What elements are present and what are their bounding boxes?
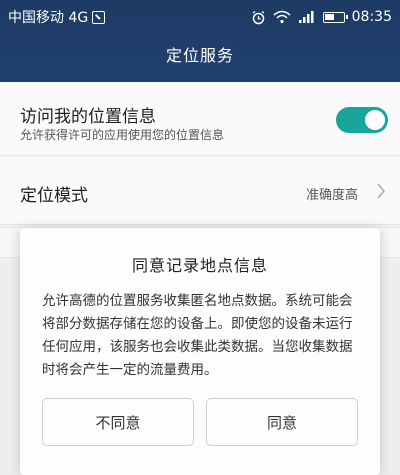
dialog-title: 同意记录地点信息 bbox=[131, 256, 268, 275]
access-location-toggle[interactable] bbox=[336, 107, 388, 133]
toggle-knob bbox=[365, 110, 385, 130]
chevron-right-icon bbox=[377, 183, 385, 199]
dialog-message: 允许高德的位置服务收集匿名地点数据。系统可能会将部分数据存储在您的设备上。即使您… bbox=[42, 293, 353, 378]
alarm-icon bbox=[252, 10, 265, 24]
access-location-row[interactable]: 访问我的位置信息 允许获得许可的应用使用您的位置信息 bbox=[0, 82, 400, 156]
consent-dialog: 同意记录地点信息 允许高德的位置服务收集匿名地点数据。系统可能会将部分数据存储在… bbox=[20, 228, 380, 475]
page-title: 定位服务 bbox=[165, 46, 234, 65]
status-bar: 中国移动 4G 08:35 bbox=[0, 0, 400, 34]
agree-button[interactable]: 同意 bbox=[206, 398, 358, 446]
carrier-info: 中国移动 4G bbox=[8, 7, 106, 27]
disagree-button[interactable]: 不同意 bbox=[42, 398, 194, 446]
carrier-label: 中国移动 4G bbox=[8, 10, 89, 26]
status-icons: 08:35 bbox=[251, 9, 392, 25]
location-mode-value: 准确度高 bbox=[305, 188, 358, 203]
location-mode-row[interactable]: 定位模式 准确度高 bbox=[0, 157, 400, 225]
app-header: 中国移动 4G 08:35 定位服务 bbox=[0, 0, 400, 82]
signal-icon bbox=[298, 11, 314, 23]
battery-icon bbox=[322, 11, 348, 23]
status-time: 08:35 bbox=[351, 9, 392, 25]
access-location-label: 访问我的位置信息 bbox=[20, 107, 156, 127]
wifi-icon bbox=[273, 10, 291, 24]
location-mode-label: 定位模式 bbox=[20, 186, 88, 206]
sim-icon bbox=[92, 10, 106, 24]
access-location-description: 允许获得许可的应用使用您的位置信息 bbox=[20, 128, 225, 142]
